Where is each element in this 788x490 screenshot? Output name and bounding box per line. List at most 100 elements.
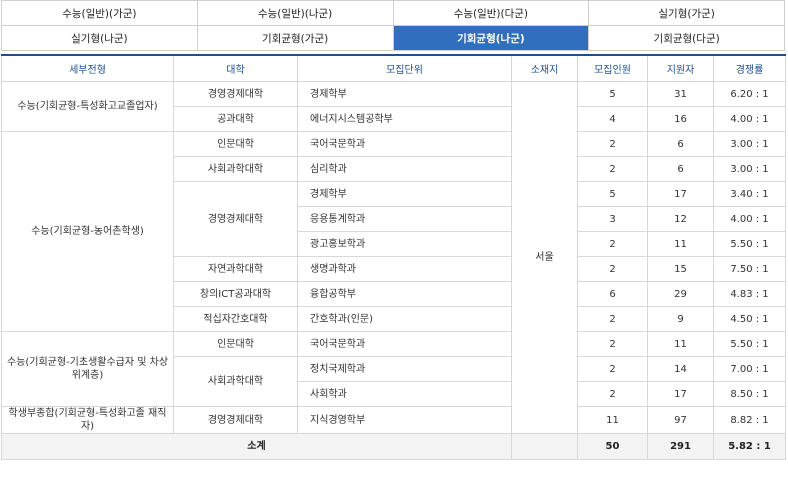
ratio-cell: 3.40 : 1 (713, 181, 786, 207)
college-cell: 창의ICT공과대학 (173, 281, 298, 307)
column-header: 경쟁률 (713, 54, 786, 82)
quota-cell: 2 (577, 306, 648, 332)
quota-cell: 2 (577, 131, 648, 157)
quota-cell: 2 (577, 156, 648, 182)
applicants-cell: 6 (647, 156, 714, 182)
unit-cell: 간호학과(인문) (297, 306, 512, 332)
applicants-cell: 14 (647, 356, 714, 382)
tab-4[interactable]: 실기형(가군) (588, 0, 785, 26)
tab-row: 실기형(나군) 기회균형(가군) 기회균형(나군) 기회균형(다군) (1, 25, 785, 51)
total-ratio: 5.82 : 1 (713, 433, 786, 460)
ratio-cell: 7.50 : 1 (713, 256, 786, 282)
location-cell: 서울 (511, 81, 578, 434)
total-label: 소계 (1, 433, 512, 460)
unit-cell: 융합공학부 (297, 281, 512, 307)
table-row: 학생부종합(기회균형-특성화고졸 재직자) 경영경제대학 지식경영학부 11 97 8.8… (1, 406, 786, 434)
ratio-cell: 4.00 : 1 (713, 206, 786, 232)
quota-cell: 6 (577, 281, 648, 307)
ratio-cell: 7.00 : 1 (713, 356, 786, 382)
total-applicants: 291 (647, 433, 714, 460)
tab-7[interactable]: 기회균형(나군) (392, 25, 590, 51)
ratio-cell: 5.50 : 1 (713, 331, 786, 357)
ratio-cell: 3.00 : 1 (713, 156, 786, 182)
quota-cell: 5 (577, 181, 648, 207)
college-cell: 사회과학대학 (173, 156, 298, 182)
admission-results-panel: 수능(일반)(가군) 수능(일반)(나군) 수능(일반)(다군) 실기형(가군) 실기형… (1, 0, 786, 460)
quota-cell: 2 (577, 331, 648, 357)
admission-type-cell: 수능(기회균형-농어촌학생) (1, 131, 174, 332)
ratio-cell: 8.82 : 1 (713, 406, 786, 434)
unit-cell: 정치국제학과 (297, 356, 512, 382)
admission-type-cell: 수능(기회균형-특성화고교졸업자) (1, 81, 174, 132)
college-cell: 공과대학 (173, 106, 298, 132)
ratio-cell: 4.00 : 1 (713, 106, 786, 132)
total-quota: 50 (577, 433, 648, 460)
tab-2[interactable]: 수능(일반)(나군) (196, 0, 394, 26)
unit-cell: 국어국문학과 (297, 331, 512, 357)
quota-cell: 2 (577, 256, 648, 282)
table-row: 수능(기회균형-농어촌학생) 인문대학 국어국문학과 2 6 3.00 : 1 (1, 131, 786, 332)
college-cell: 경영경제대학 (173, 181, 298, 257)
column-header: 모집단위 (297, 54, 512, 82)
college-cell: 자연과학대학 (173, 256, 298, 282)
competition-ratio-table: 세부전형 대학 모집단위 소재지 모집인원 지원자 경쟁률 수능(기회균형-특성화고교졸업자… (1, 54, 786, 460)
college-cell: 인문대학 (173, 131, 298, 157)
ratio-cell: 5.50 : 1 (713, 231, 786, 257)
unit-cell: 사회학과 (297, 381, 512, 407)
total-location-empty (511, 433, 578, 460)
column-header: 대학 (173, 54, 298, 82)
column-header: 지원자 (647, 54, 714, 82)
college-cell: 사회과학대학 (173, 356, 298, 407)
unit-cell: 응용통계학과 (297, 206, 512, 232)
ratio-cell: 8.50 : 1 (713, 381, 786, 407)
unit-cell: 경제학부 (297, 81, 512, 107)
table-row: 수능(기회균형-특성화고교졸업자) 경영경제대학 경제학부 서울 5 31 6.20 : 1 (1, 81, 786, 434)
applicants-cell: 6 (647, 131, 714, 157)
tab-1[interactable]: 수능(일반)(가군) (1, 0, 198, 26)
unit-cell: 생명과학과 (297, 256, 512, 282)
applicants-cell: 11 (647, 331, 714, 357)
quota-cell: 5 (577, 81, 648, 107)
tab-6[interactable]: 기회균형(가군) (196, 25, 394, 51)
applicants-cell: 11 (647, 231, 714, 257)
quota-cell: 2 (577, 356, 648, 382)
column-header: 소재지 (511, 54, 578, 82)
table-header-row: 세부전형 대학 모집단위 소재지 모집인원 지원자 경쟁률 (1, 54, 786, 82)
unit-cell: 광고홍보학과 (297, 231, 512, 257)
tab-row: 수능(일반)(가군) 수능(일반)(나군) 수능(일반)(다군) 실기형(가군) (1, 0, 785, 26)
unit-cell: 경제학부 (297, 181, 512, 207)
tab-5[interactable]: 실기형(나군) (1, 25, 198, 51)
quota-cell: 4 (577, 106, 648, 132)
ratio-cell: 4.50 : 1 (713, 306, 786, 332)
applicants-cell: 9 (647, 306, 714, 332)
unit-cell: 심리학과 (297, 156, 512, 182)
unit-cell: 에너지시스템공학부 (297, 106, 512, 132)
applicants-cell: 29 (647, 281, 714, 307)
unit-cell: 국어국문학과 (297, 131, 512, 157)
applicants-cell: 31 (647, 81, 714, 107)
applicants-cell: 12 (647, 206, 714, 232)
admission-type-cell: 수능(기회균형-기초생활수급자 및 차상위계층) (1, 331, 174, 407)
quota-cell: 3 (577, 206, 648, 232)
college-cell: 적십자간호대학 (173, 306, 298, 332)
applicants-cell: 15 (647, 256, 714, 282)
total-row: 소계 50 291 5.82 : 1 (1, 433, 786, 460)
table-row: 수능(기회균형-기초생활수급자 및 차상위계층) 인문대학 국어국문학과 2 11 5.5… (1, 331, 786, 407)
college-cell: 경영경제대학 (173, 406, 298, 434)
ratio-cell: 4.83 : 1 (713, 281, 786, 307)
applicants-cell: 16 (647, 106, 714, 132)
column-header: 세부전형 (1, 54, 174, 82)
tab-8[interactable]: 기회균형(다군) (588, 25, 785, 51)
admission-type-cell: 학생부종합(기회균형-특성화고졸 재직자) (1, 406, 174, 434)
tab-3[interactable]: 수능(일반)(다군) (392, 0, 590, 26)
unit-cell: 지식경영학부 (297, 406, 512, 434)
college-cell: 경영경제대학 (173, 81, 298, 107)
college-cell: 인문대학 (173, 331, 298, 357)
quota-cell: 11 (577, 406, 648, 434)
quota-cell: 2 (577, 231, 648, 257)
ratio-cell: 6.20 : 1 (713, 81, 786, 107)
applicants-cell: 97 (647, 406, 714, 434)
admission-type-tabs: 수능(일반)(가군) 수능(일반)(나군) 수능(일반)(다군) 실기형(가군) 실기형… (1, 0, 785, 51)
column-header: 모집인원 (577, 54, 648, 82)
ratio-cell: 3.00 : 1 (713, 131, 786, 157)
